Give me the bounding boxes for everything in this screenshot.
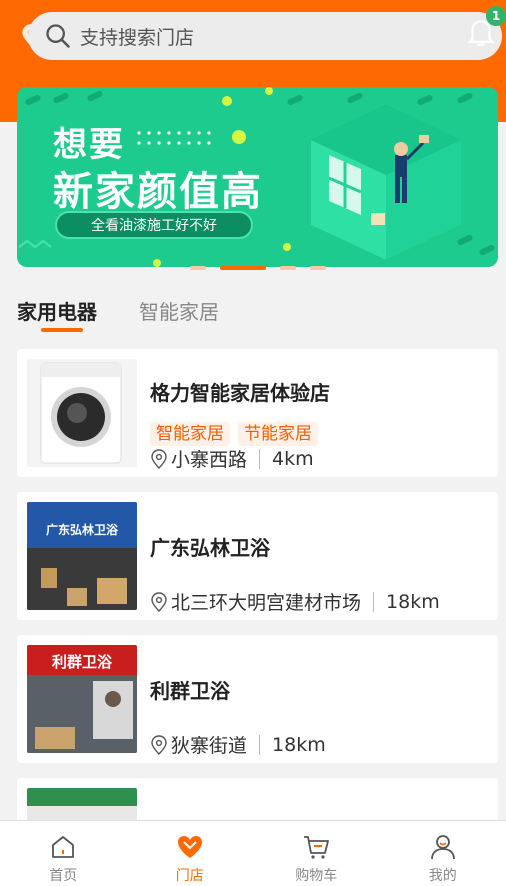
store-tag: 节能家居 (238, 422, 318, 446)
store-address: 小寨西路 (171, 449, 248, 471)
store-sign: 利群卫浴 (52, 653, 113, 671)
room-painting-illustration (311, 105, 461, 260)
search-bar[interactable]: 支持搜索门店 (28, 12, 502, 60)
nav-cart[interactable]: 购物车 (253, 821, 380, 886)
banner-subtitle: 全看油漆施工好不好 (55, 211, 253, 239)
nav-profile[interactable]: 我的 (380, 821, 506, 886)
store-sign: 广东弘林卫浴 (46, 522, 119, 537)
location-pin-icon (151, 448, 167, 469)
store-address: 北三环大明宫建材市场 (171, 592, 362, 614)
banner-dots-decoration (137, 131, 211, 145)
carousel-dot-active[interactable] (220, 266, 266, 270)
promo-banner[interactable]: 想要 新家颜值高 全看油漆施工好不好 (17, 87, 498, 267)
store-thumbnail-storefront: 利群卫浴 (27, 645, 137, 753)
store-meta: 小寨西路 4km (150, 445, 314, 472)
cart-icon (304, 836, 330, 859)
store-name: 格力智能家居体验店 (150, 381, 330, 405)
store-card[interactable]: 利群卫浴 利群卫浴 狄寨街道 18km (17, 635, 498, 763)
store-meta: 狄寨街道 18km (150, 731, 326, 758)
nav-stores[interactable]: 门店 (127, 821, 254, 886)
nav-label: 门店 (175, 868, 204, 884)
category-tabs: 家用电器 智能家居 (17, 296, 219, 336)
store-distance: 18km (386, 590, 440, 613)
carousel-dot[interactable] (310, 266, 326, 270)
divider (259, 448, 261, 469)
nav-label: 首页 (49, 868, 78, 884)
store-thumbnail-washer (27, 359, 137, 467)
search-placeholder: 支持搜索门店 (80, 26, 195, 49)
notification-badge: 1 (486, 6, 506, 26)
carousel-dot[interactable] (280, 266, 296, 270)
tab-appliances[interactable]: 家用电器 (17, 296, 97, 336)
store-card[interactable]: 广东弘林卫浴 广东弘林卫浴 北三环大明宫建材市场 18km (17, 492, 498, 620)
nav-home[interactable]: 首页 (0, 821, 127, 886)
divider (373, 591, 375, 612)
search-icon (46, 24, 70, 48)
store-tag: 智能家居 (150, 422, 230, 446)
carousel-dot[interactable] (190, 266, 206, 270)
nav-label: 我的 (428, 868, 457, 884)
home-icon (52, 836, 75, 858)
store-thumbnail-storefront: 广东弘林卫浴 (27, 502, 137, 610)
store-heart-icon (177, 836, 202, 858)
store-card[interactable]: 格力智能家居体验店 智能家居 节能家居 小寨西路 4km (17, 349, 498, 477)
store-tags: 智能家居 节能家居 (150, 422, 318, 446)
divider (259, 734, 261, 755)
location-pin-icon (151, 734, 167, 755)
tab-smart-home[interactable]: 智能家居 (139, 296, 219, 336)
user-icon (430, 835, 455, 860)
store-name: 广东弘林卫浴 (150, 536, 270, 560)
bottom-nav: 首页 门店 购物车 我的 (0, 820, 506, 886)
store-distance: 4km (272, 447, 314, 470)
store-name: 利群卫浴 (150, 679, 230, 703)
store-address: 狄寨街道 (171, 735, 248, 757)
banner-title-line2: 新家颜值高 (53, 169, 263, 215)
nav-label: 购物车 (295, 868, 338, 884)
location-pin-icon (151, 591, 167, 612)
store-meta: 北三环大明宫建材市场 18km (150, 588, 440, 615)
store-distance: 18km (272, 733, 326, 756)
